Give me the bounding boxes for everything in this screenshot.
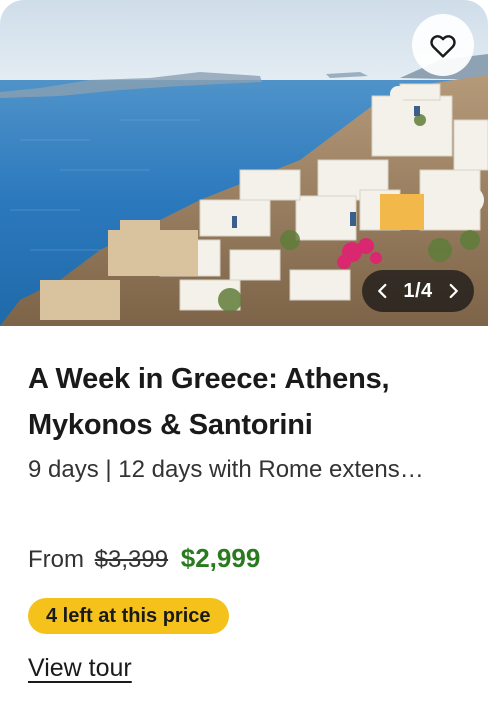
view-tour-link[interactable]: View tour bbox=[28, 650, 132, 686]
image-carousel-controls: 1/4 bbox=[362, 270, 474, 312]
chevron-left-icon bbox=[378, 283, 387, 299]
heart-icon bbox=[430, 35, 456, 58]
tour-details: A Week in Greece: Athens, Mykonos & Sant… bbox=[28, 356, 468, 488]
favorite-button[interactable] bbox=[412, 14, 474, 76]
tour-card[interactable]: 1/4 A Week in Greece: Athens, Mykonos & … bbox=[0, 0, 488, 716]
tour-duration: 9 days | 12 days with Rome extens… bbox=[28, 456, 424, 483]
sale-price: $2,999 bbox=[180, 543, 261, 573]
image-counter: 1/4 bbox=[403, 279, 433, 302]
price-from-label: From bbox=[28, 546, 84, 573]
chevron-right-icon bbox=[449, 283, 458, 299]
original-price: $3,399 bbox=[94, 546, 169, 573]
previous-image-button[interactable] bbox=[368, 276, 398, 306]
price-row: From $3,399 $2,999 bbox=[28, 540, 260, 578]
next-image-button[interactable] bbox=[438, 276, 468, 306]
tour-title[interactable]: A Week in Greece: Athens, Mykonos & Sant… bbox=[28, 356, 468, 448]
availability-badge: 4 left at this price bbox=[28, 598, 229, 634]
